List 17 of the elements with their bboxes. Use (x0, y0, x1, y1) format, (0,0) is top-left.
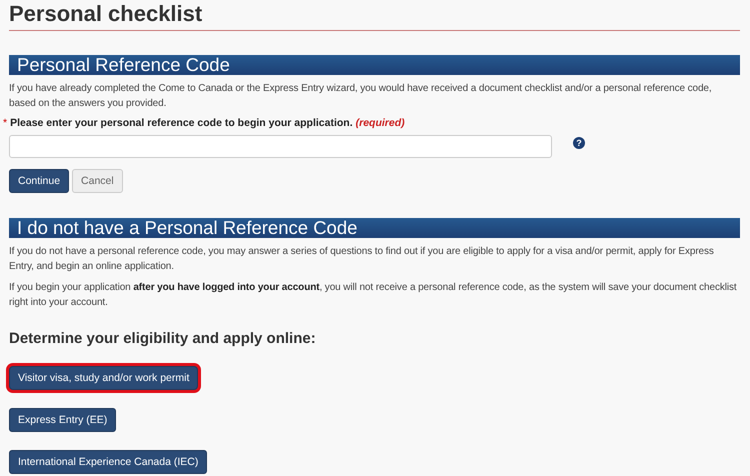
reference-code-field[interactable] (9, 135, 552, 158)
field-label: Please enter your personal reference code to begin your application. (10, 116, 353, 130)
help-icon[interactable]: ? (573, 136, 585, 148)
required-note: (required) (356, 116, 405, 130)
info-text: If you begin your application after you have logged into your account, you will not receive a personal reference code, as the system will save your document checklist right into your account. (9, 281, 738, 310)
intro-text: If you have already completed the Come to Canada or the Express Entry wizard, you would have received a document checklist and/or a personal reference code, based on the answers you provided. (9, 82, 713, 111)
page-title: Personal checklist (9, 0, 204, 27)
section-heading: I do not have a Personal Reference Code (9, 218, 740, 238)
option-button[interactable]: Visitor visa, study and/or work permit (9, 366, 198, 390)
option-button[interactable]: Express Entry (EE) (9, 408, 116, 432)
subheading: Determine your eligibility and apply online: (9, 330, 317, 348)
required-mark: * (3, 116, 8, 130)
cancel-button[interactable]: Cancel (72, 169, 123, 193)
section-heading: Personal Reference Code (9, 55, 740, 75)
info-text: If you do not have a personal reference code, you may answer a series of questions to find out if you are eligible to apply for a visa and/or permit, apply for Express Entry, and begin an online application. (9, 245, 715, 274)
continue-button[interactable]: Continue (9, 169, 70, 193)
option-button[interactable]: International Experience Canada (IEC) (9, 450, 208, 474)
